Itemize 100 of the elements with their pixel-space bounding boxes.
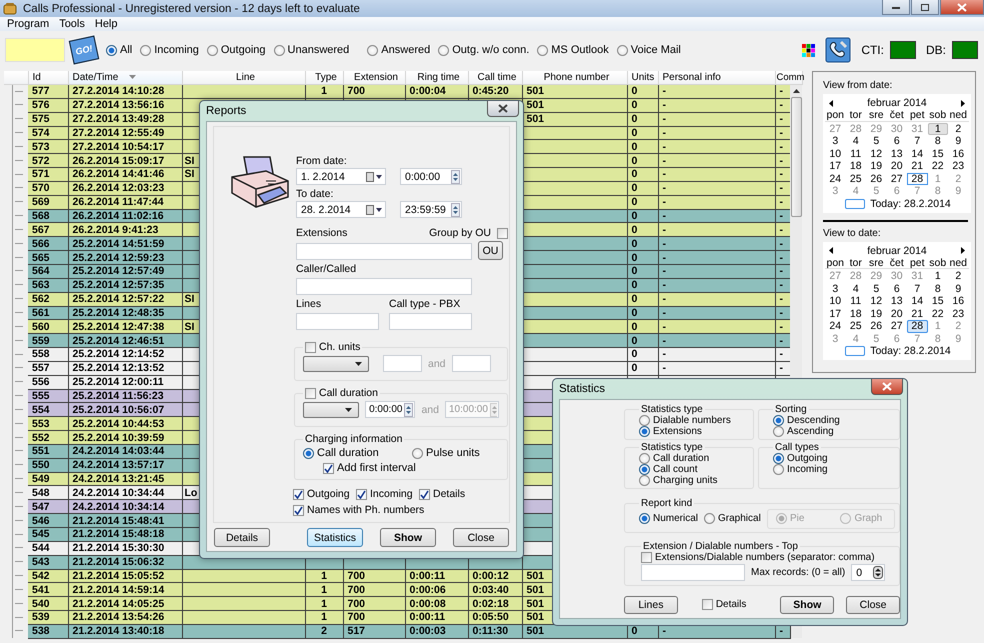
calendar-day[interactable]: 1: [928, 320, 948, 332]
dialog-button[interactable]: Details: [214, 528, 270, 547]
calendar-day[interactable]: 28: [907, 320, 928, 332]
menu-item[interactable]: Program: [2, 17, 54, 31]
calendar-day[interactable]: 28: [907, 172, 928, 185]
calendar-day[interactable]: 9: [948, 282, 968, 295]
calendar-day[interactable]: 27: [886, 320, 907, 332]
close-button[interactable]: [871, 379, 903, 395]
column-header[interactable]: Id: [28, 71, 68, 84]
time-spinner[interactable]: 0:00:00: [365, 401, 416, 418]
calendar-day[interactable]: 17: [825, 160, 846, 172]
calendar-day[interactable]: 24: [825, 172, 846, 185]
calendar-day[interactable]: 25: [846, 320, 866, 332]
checkbox[interactable]: [305, 388, 316, 398]
calendar-day[interactable]: 21: [907, 160, 928, 172]
calendar-day[interactable]: 14: [907, 148, 928, 160]
input-field[interactable]: [452, 355, 491, 372]
calendar-day[interactable]: 3: [825, 135, 846, 148]
calendar-day[interactable]: 3: [825, 185, 846, 198]
calendar-day[interactable]: 19: [866, 160, 886, 172]
dialog-button[interactable]: Close: [453, 528, 509, 547]
radio-button[interactable]: [367, 44, 378, 56]
column-header[interactable]: Comm: [775, 71, 802, 84]
calendar-day[interactable]: 22: [928, 308, 948, 320]
menu-item[interactable]: Help: [90, 17, 122, 31]
previous-month-icon[interactable]: [829, 100, 833, 106]
calendar-day[interactable]: 27: [886, 172, 907, 185]
calendar-day[interactable]: 10: [825, 148, 846, 160]
calendar-day[interactable]: 8: [928, 282, 948, 295]
calendar-day[interactable]: 16: [948, 295, 968, 308]
calendar-day[interactable]: 1: [928, 172, 948, 185]
calendar-day[interactable]: 6: [886, 135, 907, 148]
calendar-day[interactable]: 11: [846, 148, 866, 160]
radio-button[interactable]: [773, 426, 784, 437]
column-header[interactable]: Ring time: [405, 71, 468, 84]
calendar-day[interactable]: 7: [907, 135, 928, 148]
input-field[interactable]: [296, 313, 379, 330]
calendar-day[interactable]: 3: [825, 282, 846, 295]
checkbox[interactable]: [305, 342, 316, 352]
calendar-day[interactable]: 10: [825, 295, 846, 308]
date-picker[interactable]: 1. 2.2014: [296, 168, 386, 185]
radio-button[interactable]: [438, 44, 450, 56]
calendar-day[interactable]: 14: [907, 295, 928, 308]
calendar-day[interactable]: 23: [948, 160, 968, 172]
calendar-day[interactable]: 1: [928, 270, 948, 282]
calendar-day[interactable]: 26: [866, 320, 886, 332]
calendar-day[interactable]: 2: [948, 270, 968, 282]
calendar-day[interactable]: 15: [928, 148, 948, 160]
calendar-day[interactable]: 26: [866, 172, 886, 185]
number-spinner[interactable]: 0: [851, 564, 886, 582]
radio-button[interactable]: [639, 453, 650, 464]
calendar-day[interactable]: 5: [866, 135, 886, 148]
column-header[interactable]: Phone number: [522, 71, 627, 84]
radio-button[interactable]: [303, 448, 314, 458]
calendar-day[interactable]: 20: [886, 160, 907, 172]
dropdown[interactable]: [303, 356, 369, 372]
color-grid-icon[interactable]: [802, 44, 816, 56]
calendar-day[interactable]: 8: [928, 185, 948, 198]
calendar-day[interactable]: 4: [846, 282, 866, 295]
radio-button[interactable]: [773, 415, 784, 426]
next-month-icon[interactable]: [960, 247, 965, 254]
calendar[interactable]: februar 2014 pon tor sre čet pet sob ned 27 28 29 30 31 1 2 3 4 5 6 7 8 9 10 11 12 13 14 15 16 17 18 19 20 21 22 23 24 25 26 27 28 1 2 3 4 5 6 7 8 9 Today: 28.2.2014: [823, 94, 971, 212]
ou-button[interactable]: OU: [478, 241, 503, 260]
column-header[interactable]: Date/Time: [68, 71, 182, 84]
radio-button[interactable]: [773, 453, 784, 464]
calendar-day[interactable]: 21: [907, 308, 928, 320]
calendar-day[interactable]: 19: [866, 308, 886, 320]
radio-button[interactable]: [704, 513, 716, 524]
radio-button[interactable]: [639, 415, 650, 426]
calendar-day[interactable]: 8: [928, 332, 948, 345]
checkbox[interactable]: [323, 462, 334, 474]
radio-button[interactable]: [639, 464, 650, 475]
search-field[interactable]: [5, 38, 65, 62]
checkbox[interactable]: [641, 552, 652, 564]
dialog-button[interactable]: Show: [380, 528, 436, 547]
calendar-day[interactable]: 13: [886, 295, 907, 308]
previous-month-icon[interactable]: [829, 247, 833, 254]
dialog-button[interactable]: Show: [780, 596, 834, 614]
today-label[interactable]: Today: 28.2.2014: [870, 198, 951, 210]
calendar-dropdown-icon[interactable]: [366, 172, 382, 182]
checkbox[interactable]: [293, 488, 304, 500]
calendar-day[interactable]: 18: [846, 160, 866, 172]
time-spinner[interactable]: 0:00:00: [400, 168, 462, 185]
input-field[interactable]: [383, 355, 422, 372]
menu-item[interactable]: Tools: [54, 17, 90, 31]
calendar[interactable]: februar 2014 pon tor sre čet pet sob ned 27 28 29 30 31 1 2 3 4 5 6 7 8 9 10 11 12 13 14 15 16 17 18 19 20 21 22 23 24 25 26 27 28 1 2 3 4 5 6 7 8 9 Today: 28.2.2014: [823, 242, 971, 360]
calendar-day[interactable]: 17: [825, 308, 846, 320]
input-field[interactable]: [641, 564, 745, 582]
radio-button[interactable]: [773, 464, 784, 475]
calendar-day[interactable]: 3: [825, 332, 846, 345]
radio-button[interactable]: [537, 44, 548, 56]
calendar-day[interactable]: 5: [866, 282, 886, 295]
column-header[interactable]: Line: [182, 71, 305, 84]
today-label[interactable]: Today: 28.2.2014: [870, 345, 951, 357]
radio-button[interactable]: [412, 448, 423, 458]
dropdown[interactable]: [303, 402, 360, 418]
date-picker[interactable]: 28. 2.2014: [296, 201, 386, 218]
column-header[interactable]: Type: [305, 71, 343, 84]
column-header[interactable]: Extension: [343, 71, 405, 84]
scroll-up-icon[interactable]: [792, 89, 800, 93]
